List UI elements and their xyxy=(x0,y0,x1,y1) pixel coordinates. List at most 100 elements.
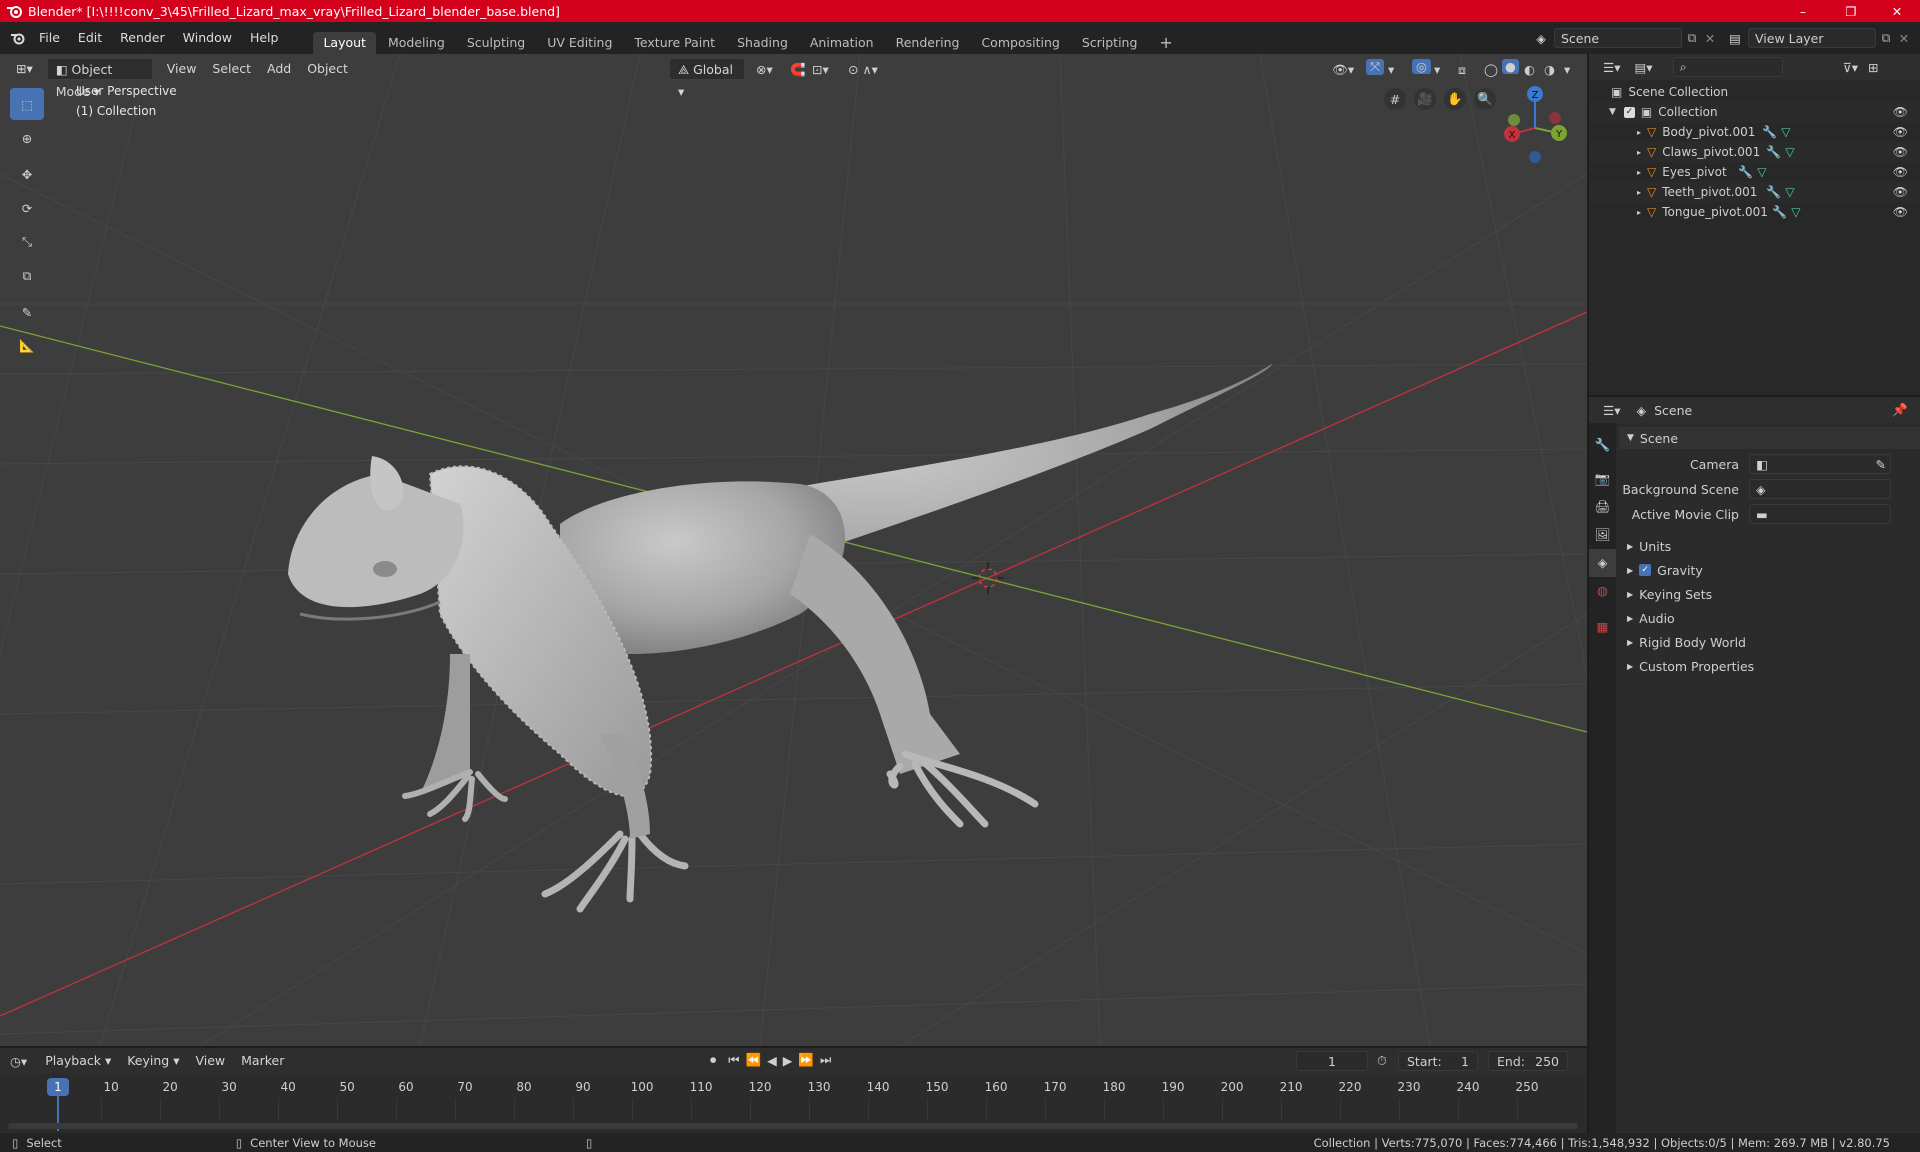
new-collection-icon[interactable]: ⊞ xyxy=(1868,60,1878,75)
scene-icon[interactable]: ◈ xyxy=(1528,31,1554,46)
blender-menu-icon[interactable] xyxy=(10,31,26,45)
menu-keying[interactable]: Keying ▾ xyxy=(119,1050,187,1072)
rotate-tool[interactable]: ⟳ xyxy=(10,192,44,224)
expand-arrow-icon[interactable]: ▸ xyxy=(1637,208,1641,217)
new-view-layer-icon[interactable]: ⧉ xyxy=(1876,30,1896,46)
menu-select[interactable]: Select xyxy=(204,58,259,80)
eyedropper-icon[interactable]: ✎ xyxy=(1876,457,1886,472)
menu-playback[interactable]: Playback ▾ xyxy=(37,1050,119,1072)
menu-object[interactable]: Object xyxy=(299,58,356,80)
record-icon[interactable]: ⏺ xyxy=(710,1052,716,1068)
background-scene-field[interactable]: ◈ xyxy=(1749,479,1891,499)
scene-panel-header[interactable]: ▼ Scene xyxy=(1619,427,1920,449)
wireframe-shading-icon[interactable]: ◯ xyxy=(1484,62,1498,77)
tab-layout[interactable]: Layout xyxy=(313,32,376,54)
overlay-dropdown-icon[interactable]: ▾ xyxy=(1434,62,1440,77)
menu-edit[interactable]: Edit xyxy=(69,26,111,50)
next-keyframe-icon[interactable]: ⏩ xyxy=(798,1052,814,1068)
expand-arrow-icon[interactable]: ▸ xyxy=(1637,148,1641,157)
cursor-tool[interactable]: ⊕ xyxy=(10,122,44,154)
camera-view-icon[interactable]: 🎥 xyxy=(1414,88,1436,110)
grid-view-icon[interactable]: # xyxy=(1384,88,1406,110)
visibility-icon[interactable]: 👁 xyxy=(1893,165,1908,179)
expand-arrow-icon[interactable]: ▸ xyxy=(1637,168,1641,177)
gravity-checkbox[interactable]: ✓ xyxy=(1639,564,1652,576)
tab-sculpting[interactable]: Sculpting xyxy=(457,32,535,54)
new-scene-icon[interactable]: ⧉ xyxy=(1682,30,1702,46)
delete-scene-icon[interactable]: ✕ xyxy=(1702,31,1718,46)
collapse-arrow-icon[interactable]: ▼ xyxy=(1609,107,1616,117)
rigid-body-world-panel-header[interactable]: ▶ Rigid Body World xyxy=(1619,631,1920,653)
audio-panel-header[interactable]: ▶ Audio xyxy=(1619,607,1920,629)
outliner-item-teeth[interactable]: ▸ ▽ Teeth_pivot.001 🔧 ▽ 👁 xyxy=(1589,182,1920,202)
scale-tool[interactable]: ⤡ xyxy=(10,226,44,258)
expand-arrow-icon[interactable]: ▸ xyxy=(1637,188,1641,197)
outliner-item-claws[interactable]: ▸ ▽ Claws_pivot.001 🔧 ▽ 👁 xyxy=(1589,142,1920,162)
outliner-item-eyes[interactable]: ▸ ▽ Eyes_pivot 🔧 ▽ 👁 xyxy=(1589,162,1920,182)
units-panel-header[interactable]: ▶ Units xyxy=(1619,535,1920,557)
select-box-tool[interactable]: ⬚ xyxy=(10,88,44,120)
outliner-search-input[interactable]: ⌕ xyxy=(1672,57,1783,77)
timeline-frames-area[interactable]: 10 20 30 40 50 60 70 80 90 100 110 120 130 140 150 160 1… xyxy=(0,1074,1587,1133)
snap-target-icon[interactable]: ⊡▾ xyxy=(812,62,829,77)
tab-modeling[interactable]: Modeling xyxy=(378,32,455,54)
properties-editor-type-icon[interactable]: ☰▾ xyxy=(1603,403,1620,418)
minimize-button[interactable]: – xyxy=(1780,0,1826,22)
gizmo-dropdown-icon[interactable]: ▾ xyxy=(1388,62,1394,77)
play-icon[interactable]: ▶ xyxy=(783,1053,793,1068)
outliner-editor-type-icon[interactable]: ☰▾ xyxy=(1603,60,1620,75)
tab-compositing[interactable]: Compositing xyxy=(971,32,1069,54)
tab-animation[interactable]: Animation xyxy=(800,32,884,54)
menu-render[interactable]: Render xyxy=(111,26,174,50)
collection-checkbox[interactable]: ✓ xyxy=(1623,106,1635,118)
tab-shading[interactable]: Shading xyxy=(727,32,798,54)
play-reverse-icon[interactable]: ◀ xyxy=(767,1053,777,1068)
menu-file[interactable]: File xyxy=(30,26,69,50)
transform-orientation-selector[interactable]: ⟁ Global ▾ xyxy=(669,58,745,99)
pin-icon[interactable]: 📌 xyxy=(1892,402,1908,418)
custom-properties-panel-header[interactable]: ▶ Custom Properties xyxy=(1619,655,1920,677)
overlay-toggle-icon[interactable]: ◎ xyxy=(1412,59,1431,74)
visibility-icon[interactable]: 👁 xyxy=(1893,205,1908,219)
menu-add[interactable]: Add xyxy=(259,58,299,80)
solid-shading-icon[interactable]: ● xyxy=(1502,59,1519,74)
expand-arrow-icon[interactable]: ▸ xyxy=(1637,128,1641,137)
pan-hand-icon[interactable]: ✋ xyxy=(1444,88,1466,110)
tool-tab-icon[interactable]: 🔧 xyxy=(1589,431,1616,459)
proportional-edit-icon[interactable]: ⊙ ∧▾ xyxy=(848,62,878,77)
menu-view[interactable]: View xyxy=(159,58,205,80)
view-layer-tab-icon[interactable]: 🖼 xyxy=(1589,521,1616,549)
timeline-editor-type-icon[interactable]: ◷▾ xyxy=(10,1054,27,1069)
world-tab-icon[interactable]: ◍ xyxy=(1589,577,1616,605)
display-mode-icon[interactable]: ▤▾ xyxy=(1634,60,1652,75)
snap-icon[interactable]: 🧲 xyxy=(790,62,806,78)
menu-window[interactable]: Window xyxy=(174,26,241,50)
keying-sets-panel-header[interactable]: ▶ Keying Sets xyxy=(1619,583,1920,605)
timeline-scrollbar[interactable] xyxy=(8,1123,1578,1129)
measure-tool[interactable]: 📐 xyxy=(10,330,44,362)
visibility-icon[interactable]: 👁 xyxy=(1893,145,1908,159)
scene-collection-row[interactable]: ▣ Scene Collection xyxy=(1589,82,1920,102)
add-workspace-button[interactable]: + xyxy=(1149,32,1182,54)
gravity-panel-header[interactable]: ▶ ✓ Gravity xyxy=(1619,559,1920,581)
rendered-shading-icon[interactable]: ◑ xyxy=(1544,62,1555,77)
shading-dropdown-icon[interactable]: ▾ xyxy=(1564,62,1570,77)
tab-texture-paint[interactable]: Texture Paint xyxy=(624,32,725,54)
view-layer-field[interactable]: View Layer xyxy=(1748,28,1876,48)
zoom-icon[interactable]: 🔍 xyxy=(1474,88,1496,110)
mode-selector[interactable]: ◧ Object Mode ▾ xyxy=(46,58,153,99)
end-frame-field[interactable]: End: 250 xyxy=(1488,1051,1568,1071)
move-tool[interactable]: ✥ xyxy=(10,158,44,190)
active-movie-clip-field[interactable]: ▬ xyxy=(1749,504,1891,524)
collection-visibility-icon[interactable]: 👁 xyxy=(1893,105,1908,119)
jump-start-icon[interactable]: ⏮ xyxy=(728,1052,739,1068)
maximize-button[interactable]: ❐ xyxy=(1828,0,1874,22)
3d-viewport[interactable]: Z X Y ⊞▾ ◧ Object Mode ▾ View Select Add… xyxy=(0,54,1587,1046)
tab-rendering[interactable]: Rendering xyxy=(886,32,970,54)
menu-marker[interactable]: Marker xyxy=(233,1050,292,1072)
current-frame-field[interactable]: 1 xyxy=(1296,1051,1368,1071)
current-frame-indicator[interactable]: 1 xyxy=(47,1078,69,1096)
render-tab-icon[interactable]: 📷 xyxy=(1589,465,1616,493)
view-layer-icon[interactable]: ▤ xyxy=(1722,31,1748,46)
xray-toggle-icon[interactable]: ⧈ xyxy=(1458,62,1466,78)
